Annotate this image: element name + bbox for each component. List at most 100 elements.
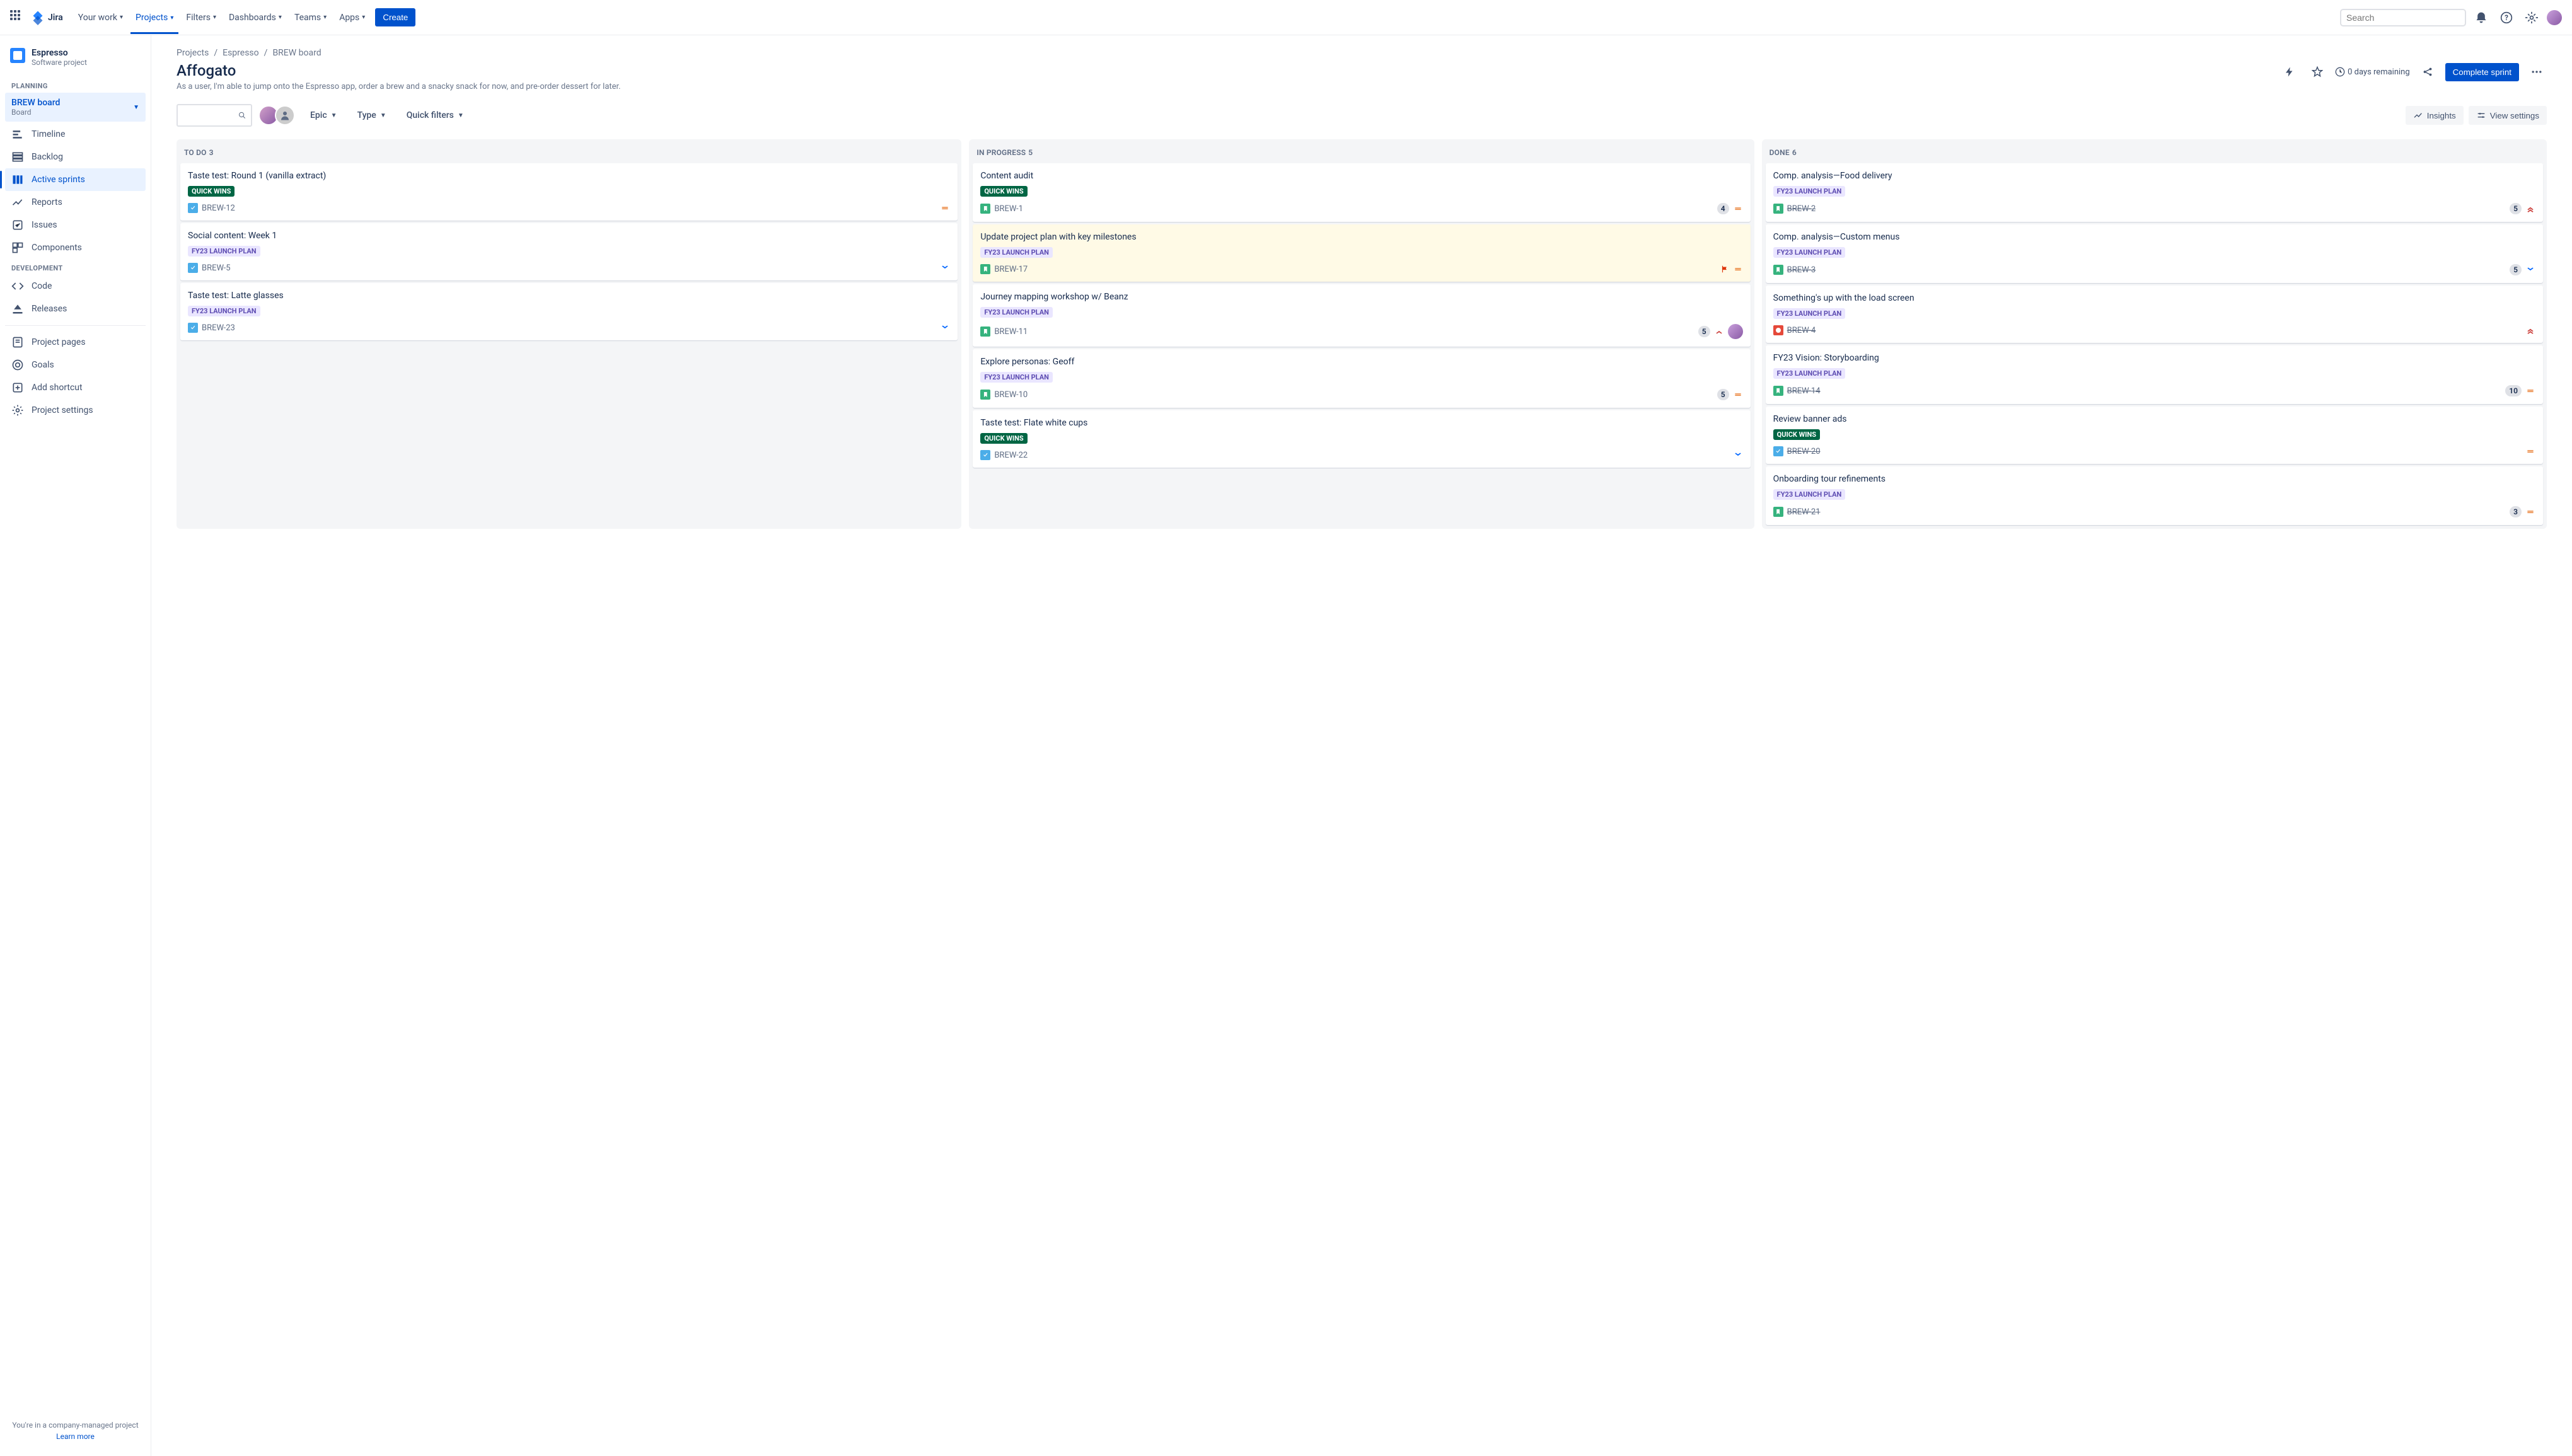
more-actions-icon[interactable] — [2527, 62, 2547, 82]
project-pages-icon — [11, 336, 24, 349]
story-icon — [980, 264, 990, 274]
sidebar-item-label: Timeline — [32, 129, 65, 139]
priority-medium-icon — [1733, 264, 1743, 274]
assignee-filter[interactable] — [262, 105, 295, 125]
sidebar-item-project-settings[interactable]: Project settings — [5, 399, 146, 422]
complete-sprint-button[interactable]: Complete sprint — [2445, 63, 2519, 81]
issue-card[interactable]: Taste test: Round 1 (vanilla extract)QUI… — [180, 163, 958, 221]
issue-card[interactable]: Review banner adsQUICK WINSBREW-20 — [1766, 407, 2543, 464]
jira-logo[interactable]: Jira — [30, 10, 63, 25]
issue-key: BREW-4 — [1787, 326, 1816, 335]
search-input[interactable] — [2346, 13, 2460, 23]
issue-card[interactable]: Update project plan with key milestonesF… — [973, 224, 1750, 282]
type-filter[interactable]: Type▼ — [352, 107, 391, 124]
chevron-down-icon: ▼ — [133, 104, 139, 111]
sidebar-item-reports[interactable]: Reports — [5, 191, 146, 214]
sidebar-item-label: Project pages — [32, 337, 86, 347]
card-title: Explore personas: Geoff — [980, 357, 1742, 367]
nav-apps[interactable]: Apps▾ — [334, 1, 370, 33]
chevron-down-icon: ▾ — [323, 14, 327, 21]
column-count: 6 — [1792, 148, 1797, 157]
share-icon[interactable] — [2418, 62, 2438, 82]
priority-low-icon — [940, 263, 950, 273]
help-icon[interactable]: ? — [2496, 8, 2517, 28]
learn-more-link[interactable]: Learn more — [10, 1432, 141, 1441]
sidebar-item-timeline[interactable]: Timeline — [5, 123, 146, 146]
breadcrumb-item[interactable]: Espresso — [223, 48, 259, 58]
card-title: Review banner ads — [1773, 414, 2535, 424]
jira-logo-text: Jira — [48, 13, 63, 23]
issue-key: BREW-1 — [994, 204, 1023, 214]
issue-card[interactable]: FY23 Vision: StoryboardingFY23 LAUNCH PL… — [1766, 345, 2543, 404]
priority-medium-icon — [2525, 386, 2535, 396]
notifications-icon[interactable] — [2471, 8, 2491, 28]
insights-button[interactable]: Insights — [2406, 106, 2464, 125]
issue-card[interactable]: Comp. analysis—Custom menusFY23 LAUNCH P… — [1766, 224, 2543, 283]
time-remaining: 0 days remaining — [2335, 67, 2410, 77]
priority-high-icon — [1714, 326, 1724, 337]
issue-card[interactable]: Social content: Week 1FY23 LAUNCH PLANBR… — [180, 223, 958, 280]
sidebar-item-label: Add shortcut — [32, 383, 83, 393]
sidebar-item-backlog[interactable]: Backlog — [5, 146, 146, 168]
quick-filters[interactable]: Quick filters▼ — [402, 107, 469, 124]
nav-your-work[interactable]: Your work▾ — [73, 1, 128, 33]
sidebar-item-components[interactable]: Components — [5, 236, 146, 259]
issue-key: BREW-10 — [994, 390, 1028, 400]
clock-icon — [2335, 67, 2345, 77]
jira-logo-icon — [30, 10, 45, 25]
breadcrumb-item[interactable]: BREW board — [272, 48, 321, 58]
sidebar-item-project-pages[interactable]: Project pages — [5, 331, 146, 354]
breadcrumb-item[interactable]: Projects — [177, 48, 209, 58]
chevron-down-icon: ▾ — [120, 14, 123, 21]
card-title: Onboarding tour refinements — [1773, 474, 2535, 484]
issue-card[interactable]: Comp. analysis—Food deliveryFY23 LAUNCH … — [1766, 163, 2543, 222]
story-icon — [1773, 265, 1783, 275]
nav-teams[interactable]: Teams▾ — [289, 1, 332, 33]
nav-projects[interactable]: Projects▾ — [130, 1, 178, 34]
view-settings-button[interactable]: View settings — [2469, 106, 2547, 125]
sidebar-item-goals[interactable]: Goals — [5, 354, 146, 376]
profile-avatar[interactable] — [2547, 10, 2562, 25]
create-button[interactable]: Create — [375, 8, 415, 26]
sidebar-item-label: Code — [32, 281, 52, 291]
project-name: Espresso — [32, 48, 87, 58]
issue-card[interactable]: Something's up with the load screenFY23 … — [1766, 286, 2543, 343]
sidebar-item-add-shortcut[interactable]: Add shortcut — [5, 376, 146, 399]
issue-card[interactable]: Taste test: Flate white cupsQUICK WINSBR… — [973, 410, 1750, 468]
story-points: 4 — [1717, 203, 1729, 214]
unassigned-avatar[interactable] — [275, 105, 295, 125]
sidebar-item-issues[interactable]: Issues — [5, 214, 146, 236]
nav-dashboards[interactable]: Dashboards▾ — [224, 1, 287, 33]
sidebar-item-active-sprints[interactable]: Active sprints — [5, 168, 146, 191]
nav-filters[interactable]: Filters▾ — [181, 1, 221, 33]
issue-key: BREW-11 — [994, 327, 1028, 337]
board-column: IN PROGRESS5Content auditQUICK WINSBREW-… — [969, 139, 1754, 529]
sidebar-item-releases[interactable]: Releases — [5, 298, 146, 320]
issue-card[interactable]: Onboarding tour refinementsFY23 LAUNCH P… — [1766, 466, 2543, 525]
priority-highest-icon — [2525, 204, 2535, 214]
sidebar-item-code[interactable]: Code — [5, 275, 146, 298]
automation-icon[interactable] — [2279, 62, 2300, 82]
epic-filter[interactable]: Epic▼ — [305, 107, 342, 124]
issue-key: BREW-21 — [1787, 507, 1821, 517]
section-development-label: DEVELOPMENT — [5, 259, 146, 275]
project-header[interactable]: Espresso Software project — [5, 45, 146, 77]
issue-card[interactable]: Content auditQUICK WINSBREW-14 — [973, 163, 1750, 222]
global-search[interactable] — [2340, 9, 2466, 26]
card-title: Content audit — [980, 171, 1742, 181]
settings-icon[interactable] — [2522, 8, 2542, 28]
issue-card[interactable]: Taste test: Latte glassesFY23 LAUNCH PLA… — [180, 283, 958, 340]
sidebar-item-label: Project settings — [32, 405, 93, 415]
board-search-input[interactable] — [183, 111, 238, 120]
app-switcher-icon[interactable] — [10, 10, 25, 25]
column-count: 5 — [1028, 148, 1033, 157]
board-search[interactable] — [177, 104, 252, 127]
issue-card[interactable]: Journey mapping workshop w/ BeanzFY23 LA… — [973, 284, 1750, 347]
board-selector[interactable]: BREW board Board ▼ — [5, 93, 146, 122]
star-icon[interactable] — [2307, 62, 2327, 82]
issue-card[interactable]: Explore personas: GeoffFY23 LAUNCH PLANB… — [973, 349, 1750, 408]
task-icon — [188, 203, 198, 213]
priority-low-icon — [2525, 265, 2535, 275]
priority-medium-icon — [1733, 204, 1743, 214]
story-points: 5 — [2510, 203, 2522, 214]
